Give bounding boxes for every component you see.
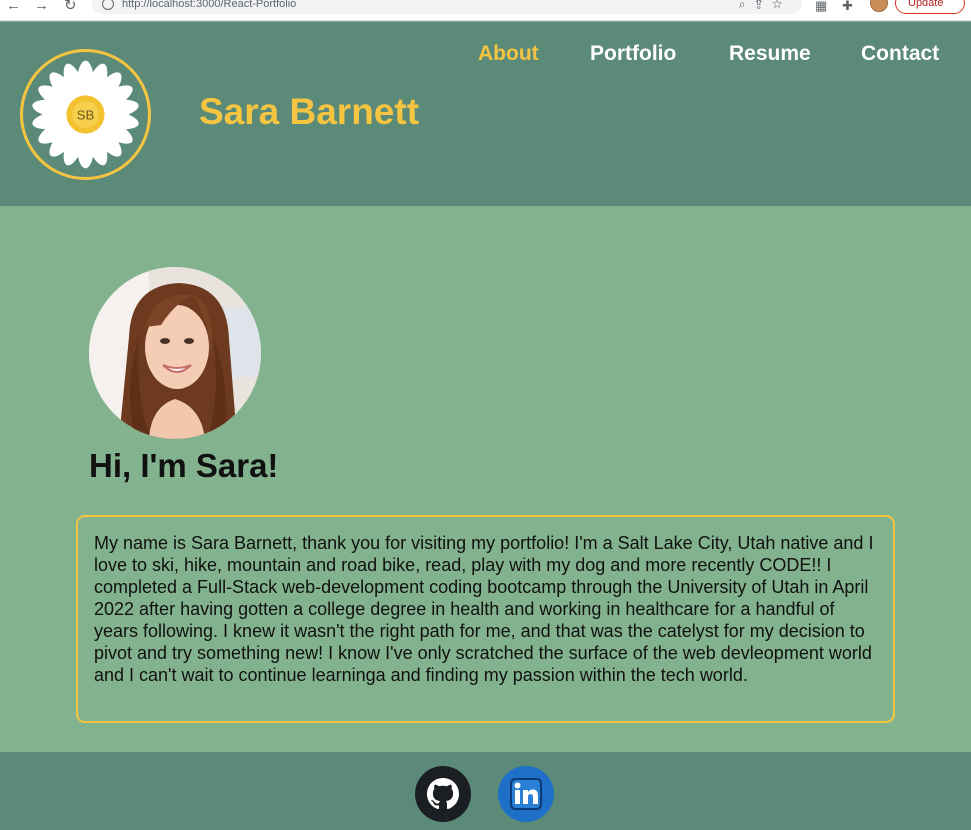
back-icon[interactable]: ← — [6, 0, 21, 13]
nav-contact[interactable]: Contact — [861, 42, 939, 66]
daisy-logo-icon: SB — [20, 49, 151, 180]
address-bar[interactable]: http://localhost:3000/React-Portfolio ⌕⇪… — [92, 0, 802, 14]
forward-icon[interactable]: → — [34, 0, 49, 13]
nav-resume[interactable]: Resume — [729, 42, 811, 66]
puzzle-icon[interactable]: ✚ — [842, 0, 853, 14]
browser-toolbar: ← → ↻ http://localhost:3000/React-Portfo… — [0, 0, 971, 21]
avatar[interactable] — [870, 0, 888, 12]
linkedin-icon[interactable] — [498, 766, 554, 822]
greeting-heading: Hi, I'm Sara! — [89, 447, 279, 484]
site-footer — [0, 752, 971, 830]
profile-photo — [89, 267, 261, 439]
nav-portfolio[interactable]: Portfolio — [590, 42, 676, 66]
svg-text:SB: SB — [77, 108, 95, 123]
extension-icon[interactable]: ▦ — [815, 0, 827, 14]
bio-card: My name is Sara Barnett, thank you for v… — [76, 515, 895, 723]
github-icon[interactable] — [415, 766, 471, 822]
reload-icon[interactable]: ↻ — [64, 0, 77, 13]
site-title: Sara Barnett — [199, 91, 420, 132]
nav-about[interactable]: About — [478, 42, 539, 66]
site-info-icon[interactable] — [102, 0, 114, 10]
bio-text: My name is Sara Barnett, thank you for v… — [94, 533, 874, 685]
address-bar-tools[interactable]: ⌕⇪☆ — [739, 0, 792, 12]
site-header: SB Sara Barnett About Portfolio Resume C… — [0, 22, 971, 206]
url-text: http://localhost:3000/React-Portfolio — [122, 0, 297, 10]
update-button[interactable]: Update — [895, 0, 965, 14]
